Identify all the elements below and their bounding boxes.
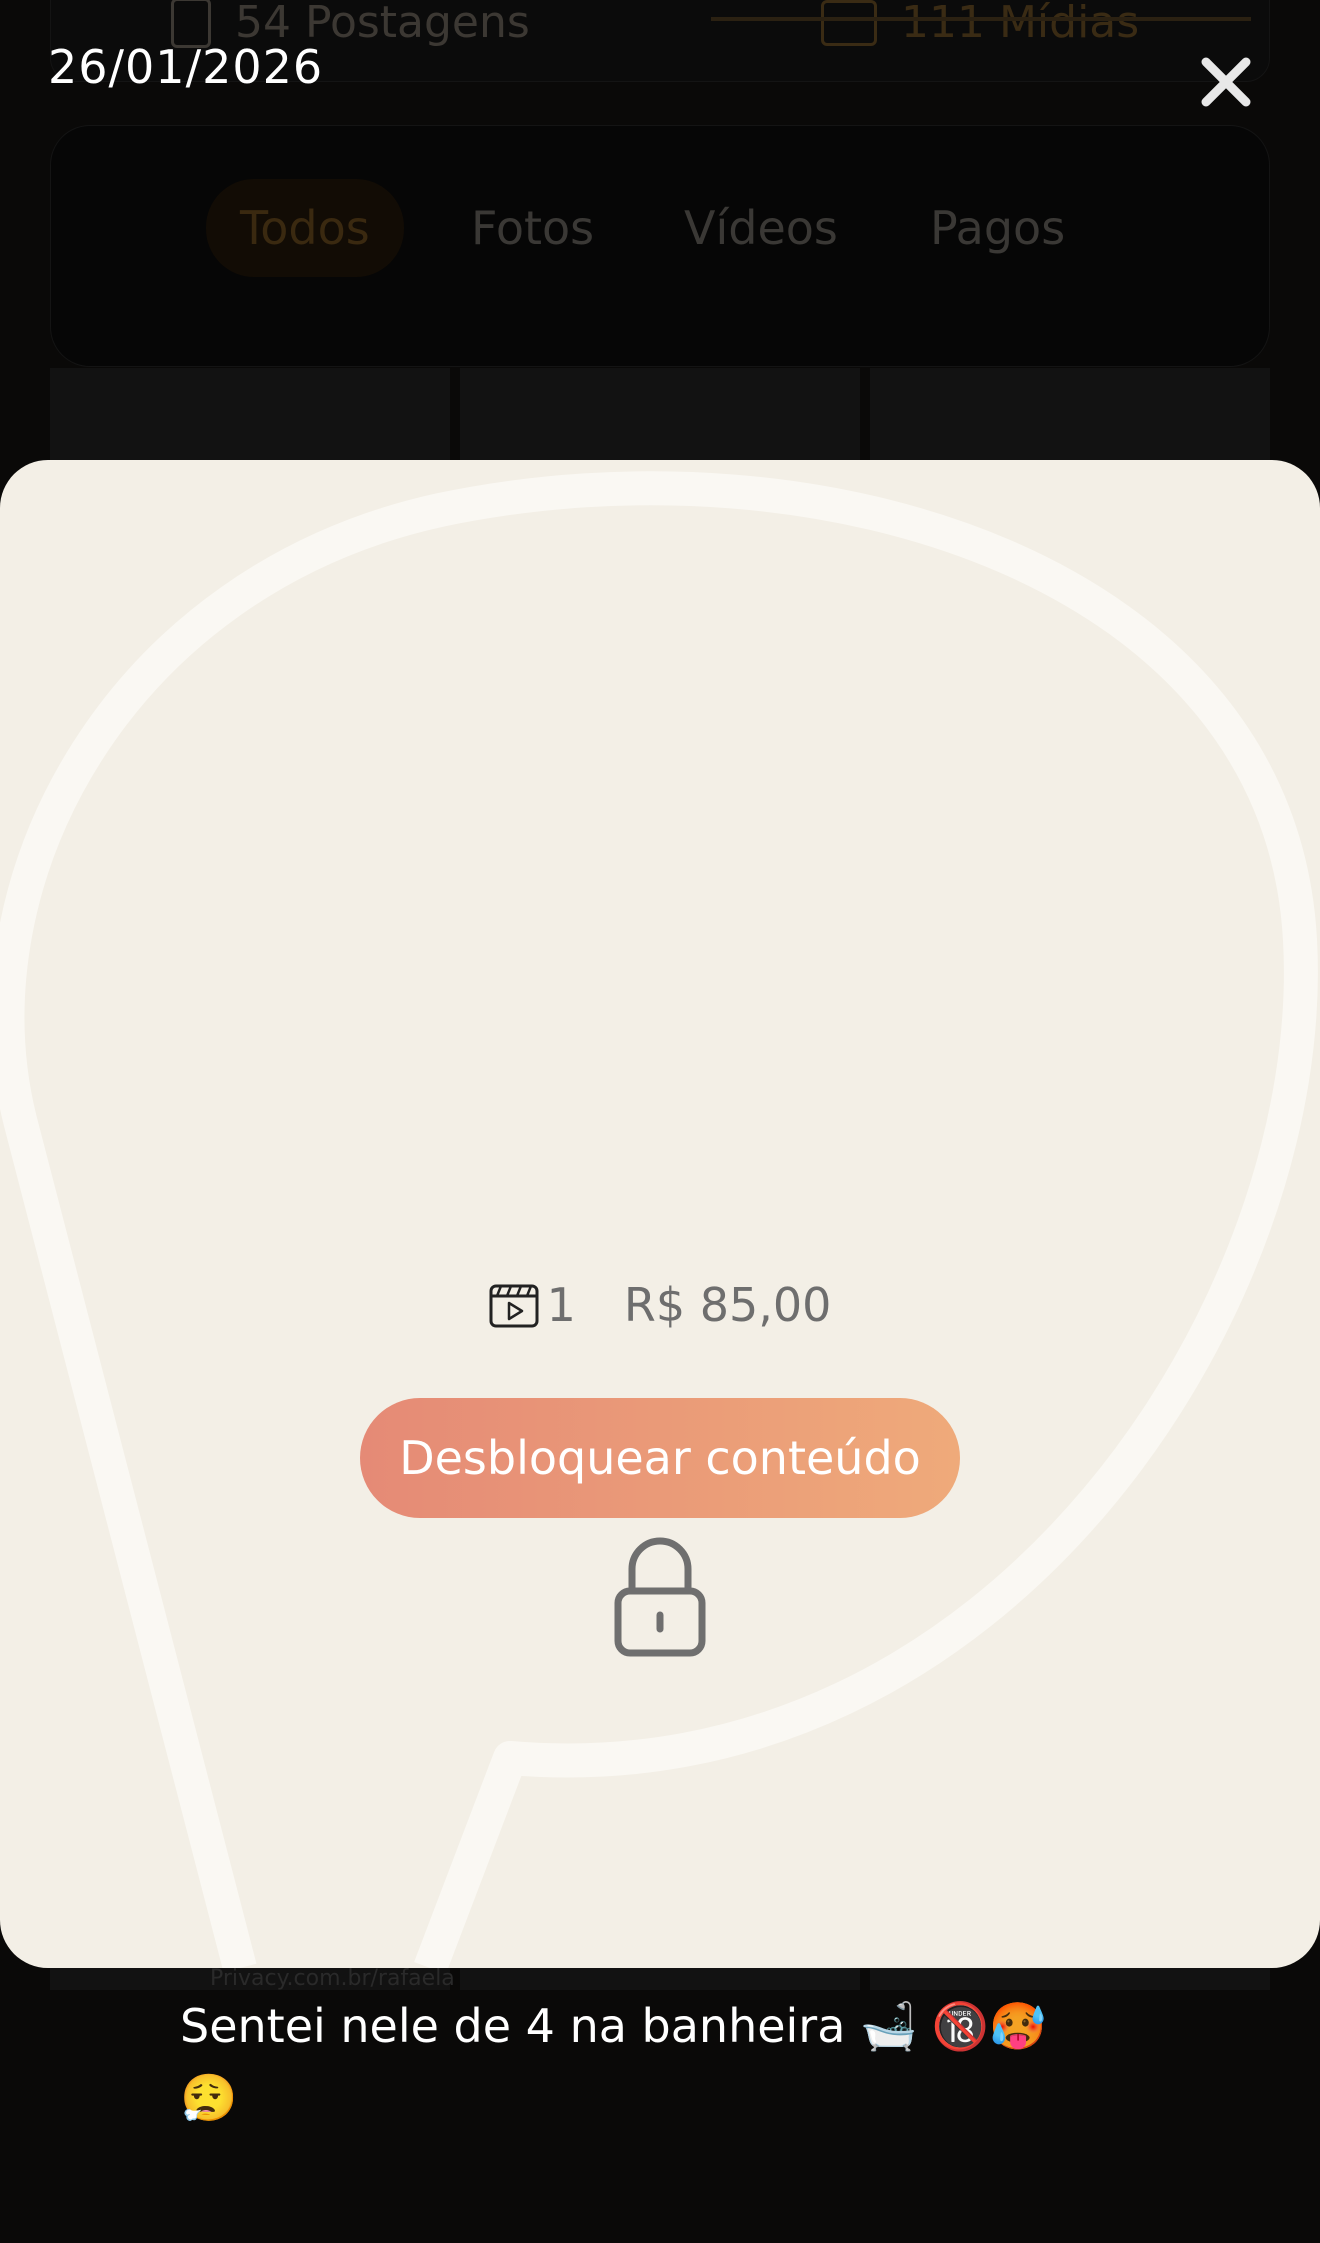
media-count: 1 (546, 1278, 576, 1332)
close-icon (1201, 57, 1251, 107)
video-clapper-icon (489, 1284, 539, 1328)
post-date: 26/01/2026 (48, 40, 324, 94)
play-icon (821, 0, 877, 46)
filter-paid: Pagos (930, 201, 1066, 255)
close-button[interactable] (1190, 46, 1262, 118)
content-filter-bar: Todos Fotos Vídeos Pagos (50, 125, 1270, 367)
post-caption: Sentei nele de 4 na banheira 🛁 🔞🥵 😮‍💨 (180, 1999, 1047, 2125)
locked-content-card: 1 R$ 85,00 Desbloquear conteúdo (0, 460, 1320, 1968)
filter-all: Todos (206, 179, 404, 277)
media-count-stat: 111 Mídias (821, 0, 1139, 48)
filter-photos: Fotos (471, 201, 595, 255)
watermark-text: Privacy.com.br/rafaela (210, 1966, 455, 1991)
speech-bubble-decoration (0, 471, 1318, 1968)
active-tab-underline (711, 17, 1251, 21)
price-label: R$ 85,00 (623, 1278, 832, 1332)
lock-icon (614, 1537, 706, 1657)
price-row: 1 R$ 85,00 (0, 1278, 1320, 1332)
filter-videos: Vídeos (684, 201, 838, 255)
unlock-content-button[interactable]: Desbloquear conteúdo (360, 1398, 960, 1518)
media-count-label: 111 Mídias (901, 0, 1140, 48)
